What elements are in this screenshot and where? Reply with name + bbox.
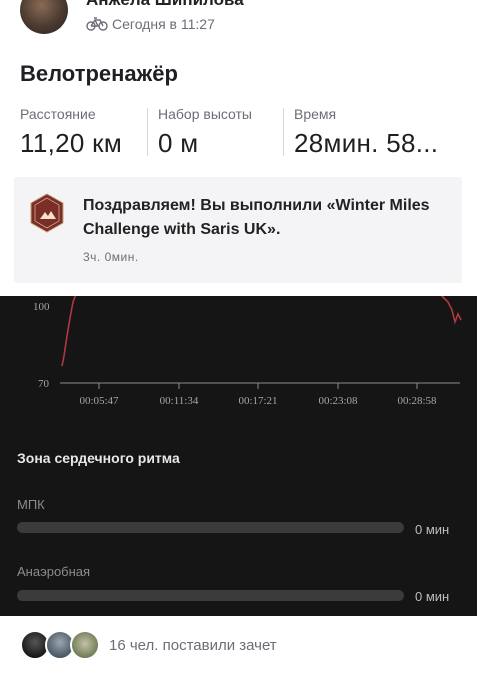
kudos-row[interactable]: 16 чел. поставили зачет xyxy=(0,616,477,680)
stat-label: Набор высоты xyxy=(158,106,252,122)
stat-value: 28мин. 58... xyxy=(294,128,439,158)
zone-label: Анаэробная xyxy=(17,564,91,579)
x-tick-label: 00:05:47 xyxy=(79,395,119,407)
achievement-time: 3ч. 0мин. xyxy=(83,250,139,264)
heart-rate-chart: 100 70 00:05:47 00:11:34 00:17:21 00:23:… xyxy=(33,296,462,407)
kudos-count-text[interactable]: 16 чел. поставили зачет xyxy=(109,637,277,654)
activity-title[interactable]: Велотренажёр xyxy=(20,61,178,87)
y-tick-label: 70 xyxy=(38,378,50,390)
stat-elevation: Набор высоты 0 м xyxy=(158,106,283,162)
x-tick-label: 00:28:58 xyxy=(397,395,437,407)
heart-rate-panel: 100 70 00:05:47 00:11:34 00:17:21 00:23:… xyxy=(0,296,477,616)
stat-time: Время 28мин. 58... xyxy=(294,106,464,162)
kudo-avatar xyxy=(70,630,100,660)
stat-divider xyxy=(147,108,148,156)
stat-distance: Расстояние 11,20 км xyxy=(20,106,145,162)
stat-label: Время xyxy=(294,106,337,122)
stat-label: Расстояние xyxy=(20,106,96,122)
zone-progress-bar xyxy=(17,522,404,533)
activity-timestamp: Сегодня в 11:27 xyxy=(112,16,215,32)
zone-value: 0 мин xyxy=(415,589,450,604)
zone-value: 0 мин xyxy=(415,522,450,537)
heart-rate-line xyxy=(61,296,462,367)
x-tick-label: 00:11:34 xyxy=(160,395,199,407)
zone-progress-bar xyxy=(17,590,404,601)
stat-divider xyxy=(283,108,284,156)
athlete-avatar[interactable] xyxy=(20,0,68,34)
x-tick-label: 00:23:08 xyxy=(318,395,358,407)
stat-value: 11,20 км xyxy=(20,128,123,158)
stat-value: 0 м xyxy=(158,128,199,158)
bike-icon xyxy=(86,17,108,31)
achievement-message: Поздравляем! Вы выполнили «Winter Miles … xyxy=(83,197,430,238)
winter-miles-badge-icon xyxy=(30,193,64,233)
activity-meta: Сегодня в 11:27 xyxy=(86,16,215,32)
y-tick-label: 100 xyxy=(33,301,50,313)
heart-zone-title: Зона сердечного ритма xyxy=(17,450,180,466)
x-tick-label: 00:17:21 xyxy=(238,395,277,407)
zone-label: МПК xyxy=(17,497,45,512)
athlete-name[interactable]: Анжела Шипилова xyxy=(86,0,244,10)
activity-header: Анжела Шипилова Сегодня в 11:27 xyxy=(0,0,477,50)
activity-stats: Расстояние 11,20 км Набор высоты 0 м Вре… xyxy=(20,106,460,166)
achievement-card[interactable]: Поздравляем! Вы выполнили «Winter Miles … xyxy=(14,177,462,283)
